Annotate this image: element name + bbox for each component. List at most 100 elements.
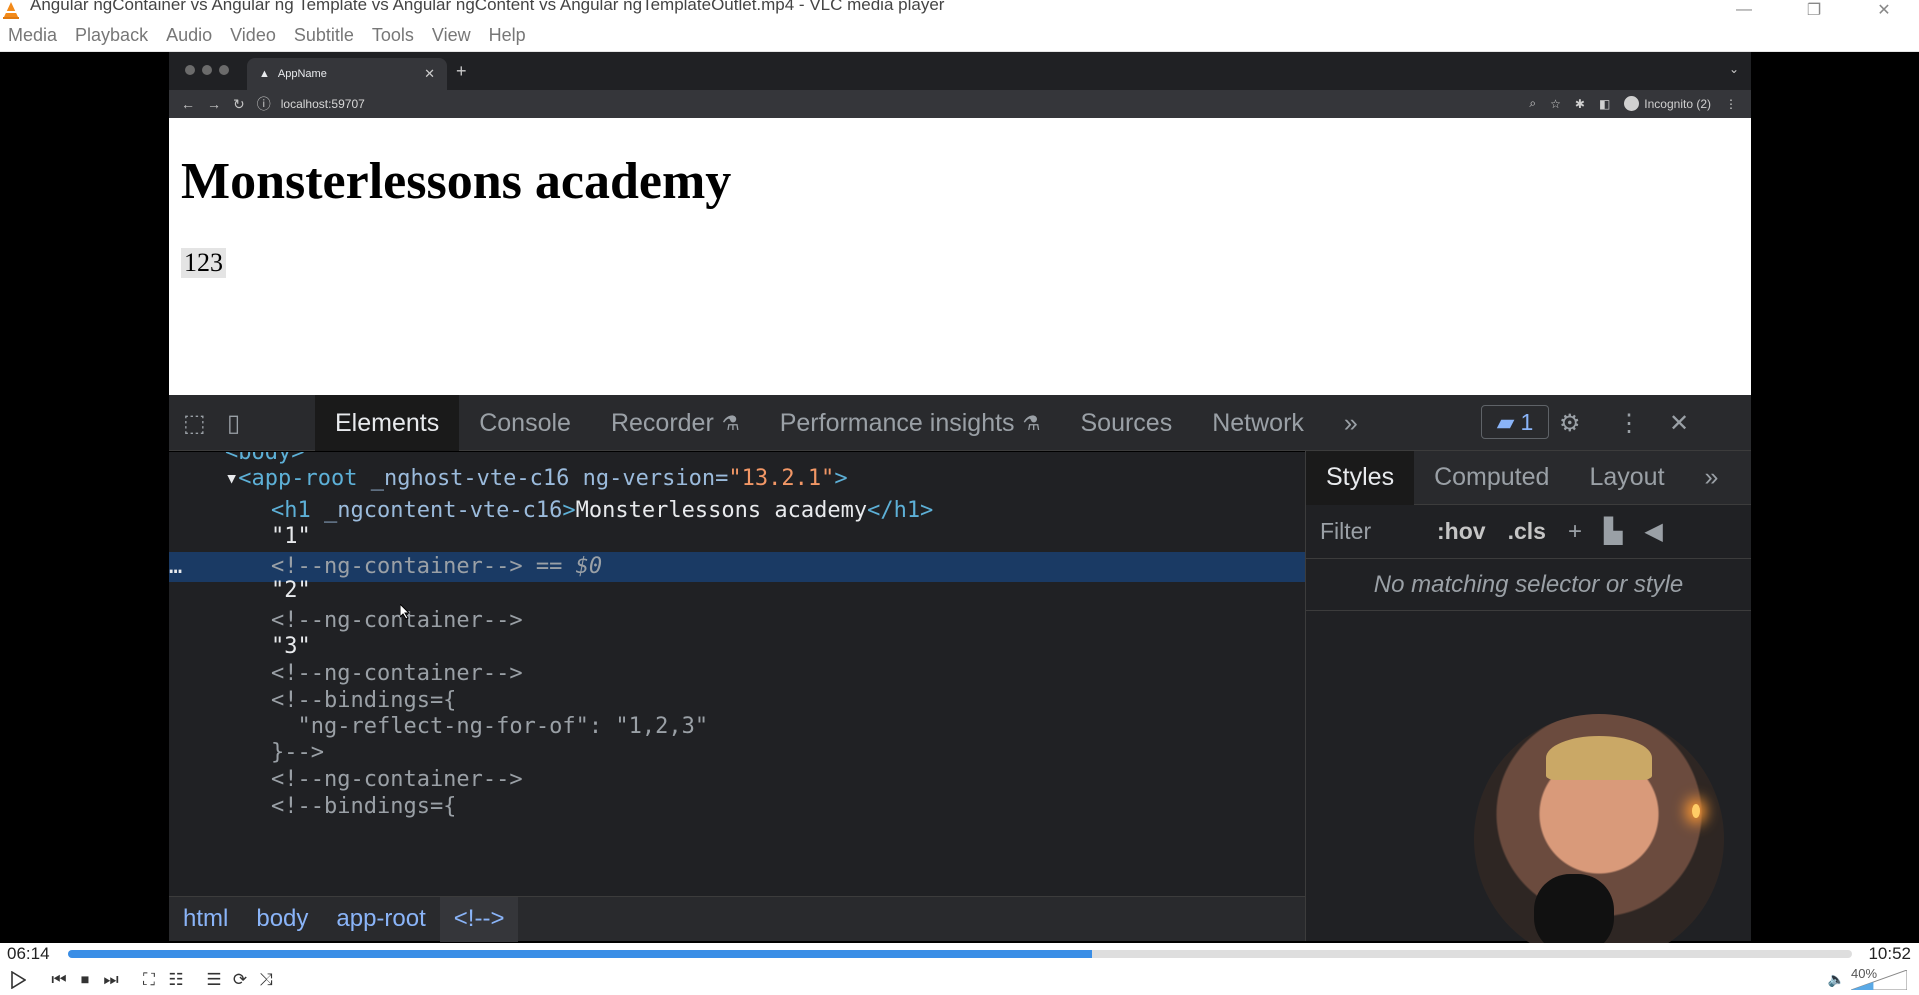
- dom-breadcrumbs: html body app-root <!-->: [169, 896, 1305, 942]
- forward-icon: →: [207, 96, 221, 112]
- menu-tools[interactable]: Tools: [372, 25, 414, 46]
- fullscreen-button[interactable]: ⛶: [137, 968, 161, 992]
- extended-settings-button[interactable]: ☷: [164, 968, 188, 992]
- devtools-tab-network: Network: [1192, 395, 1324, 451]
- breadcrumb-html: html: [183, 905, 229, 932]
- tab-styles: Styles: [1306, 450, 1415, 505]
- inspect-element-icon: ⬚: [183, 410, 206, 437]
- tab-close-icon: ✕: [424, 66, 435, 81]
- browser-address-bar: ← → ↻ ⓘ localhost:59707 ⌕ ☆ ✱ ◧ Incognit…: [169, 90, 1751, 118]
- player-controls: ⏮ ⏹ ⏭ ⛶ ☷ ☰ ⟳ ⤨ 🔈 40%: [0, 965, 1919, 995]
- kebab-menu-icon: ⋮: [1617, 410, 1641, 437]
- menu-subtitle[interactable]: Subtitle: [294, 25, 354, 46]
- new-tab-icon: +: [456, 61, 467, 81]
- close-window-button[interactable]: ✕: [1849, 0, 1919, 20]
- mouse-cursor-icon: [400, 604, 411, 620]
- device-toggle-icon: ▯: [227, 410, 241, 437]
- collapse-triangle-icon: ▾: [225, 466, 239, 491]
- seek-slider[interactable]: [68, 950, 1852, 958]
- styles-filter-input: Filter: [1320, 518, 1372, 544]
- hov-toggle: :hov: [1437, 518, 1486, 544]
- close-devtools-icon: ✕: [1669, 410, 1690, 437]
- more-tabs-icon: »: [1704, 463, 1719, 491]
- issues-count: 1: [1520, 408, 1534, 435]
- issues-badge: ▰ 1: [1481, 405, 1549, 439]
- sidepanel-icon: ◧: [1598, 96, 1611, 111]
- devtools-tab-label: Elements: [335, 408, 440, 437]
- paint-brush-icon: ▙: [1603, 518, 1623, 545]
- maximize-button[interactable]: ❐: [1779, 0, 1849, 20]
- shuffle-button[interactable]: ⤨: [254, 968, 278, 992]
- dom-tree: <body> ▾<app-root _nghost-vte-c16 ng-ver…: [169, 452, 1305, 896]
- previous-button[interactable]: ⏮: [47, 968, 71, 992]
- dom-line: "ng-reflect-ng-for-of": "1,2,3": [271, 714, 709, 739]
- minimize-button[interactable]: —: [1709, 0, 1779, 20]
- breadcrumb-body: body: [256, 905, 309, 932]
- dom-line: <!--ng-container-->: [271, 767, 523, 792]
- menu-view[interactable]: View: [432, 25, 471, 46]
- tab-layout: Layout: [1589, 463, 1665, 491]
- play-button[interactable]: [6, 968, 30, 992]
- gear-icon: ⚙: [1559, 410, 1581, 437]
- window-titlebar: Angular ngContainer vs Angular ng Templa…: [0, 0, 1919, 20]
- dom-line: ▾<app-root _nghost-vte-c16 ng-version="1…: [225, 466, 848, 491]
- url-text: localhost:59707: [280, 97, 365, 111]
- incognito-label: Incognito (2): [1644, 96, 1711, 111]
- stop-button[interactable]: ⏹: [73, 968, 97, 992]
- volume-control[interactable]: 🔈 40%: [1827, 966, 1907, 990]
- dom-line: "2": [271, 578, 311, 603]
- playlist-button[interactable]: ☰: [202, 968, 226, 992]
- next-button[interactable]: ⏭: [99, 968, 123, 992]
- loop-button[interactable]: ⟳: [228, 968, 252, 992]
- menu-playback[interactable]: Playback: [75, 25, 148, 46]
- incognito-icon: [1624, 96, 1640, 111]
- menubar: Media Playback Audio Video Subtitle Tool…: [0, 20, 1919, 52]
- seek-bar-row: 06:14 10:52: [0, 943, 1919, 965]
- cls-toggle: .cls: [1507, 518, 1546, 544]
- devtools-tab-performance-insights: Performance insights ⚗: [760, 395, 1061, 451]
- add-rule-icon: +: [1567, 517, 1582, 545]
- menu-video[interactable]: Video: [230, 25, 276, 46]
- star-icon: ☆: [1550, 96, 1561, 111]
- styles-empty-message: No matching selector or style: [1306, 559, 1751, 611]
- menu-media[interactable]: Media: [8, 25, 57, 46]
- dom-line: <h1 _ngcontent-vte-c16>Monsterlessons ac…: [271, 498, 934, 523]
- devtools-tab-recorder: Recorder ⚗: [591, 395, 760, 451]
- toggle-sidebar-icon: ◀: [1644, 518, 1663, 545]
- breadcrumb-app-root: app-root: [336, 905, 426, 932]
- extensions-icon: ✱: [1574, 96, 1585, 111]
- menu-help[interactable]: Help: [489, 25, 526, 46]
- reload-icon: ↻: [233, 95, 245, 112]
- devtools-tab-label: Console: [479, 408, 571, 437]
- menu-audio[interactable]: Audio: [166, 25, 212, 46]
- dom-line: }-->: [271, 740, 324, 765]
- back-icon: ←: [181, 96, 195, 112]
- seek-progress: [68, 950, 1093, 958]
- dom-line: <!--bindings={: [271, 688, 457, 713]
- dom-line: <!--ng-container-->: [271, 661, 523, 686]
- info-icon: ⓘ: [256, 96, 271, 112]
- flask-icon: ⚗: [721, 412, 740, 435]
- breadcrumb-comment: <!-->: [439, 896, 519, 942]
- devtools-tab-console: Console: [459, 395, 591, 451]
- volume-slider[interactable]: [1851, 970, 1907, 990]
- more-tabs-icon: »: [1343, 408, 1358, 437]
- flask-icon: ⚗: [1022, 412, 1041, 435]
- presenter-webcam: [1474, 714, 1724, 964]
- vlc-cone-icon: [0, 0, 22, 20]
- angular-logo-icon: ▲: [259, 68, 270, 80]
- incognito-profile: Incognito (2): [1624, 96, 1711, 111]
- kebab-menu-icon: ⋮: [1725, 96, 1737, 111]
- message-icon: ▰: [1496, 408, 1515, 435]
- dom-line: "3": [271, 634, 311, 659]
- devtools-tab-label: Sources: [1080, 408, 1173, 437]
- tab-computed: Computed: [1434, 463, 1550, 491]
- window-dots-icon: [185, 65, 229, 75]
- candle-icon: [1692, 804, 1700, 818]
- browser-tabstrip: ▲ AppName ✕ + ⌄: [169, 52, 1751, 90]
- page-heading: Monsterlessons academy: [181, 153, 732, 210]
- webpage: Monsterlessons academy 123: [169, 118, 1751, 395]
- browser-tab: ▲ AppName ✕: [247, 58, 447, 90]
- speaker-icon: 🔈: [1827, 970, 1845, 987]
- video-frame: ▲ AppName ✕ + ⌄ ← → ↻ ⓘ localhost:59707 …: [169, 52, 1751, 964]
